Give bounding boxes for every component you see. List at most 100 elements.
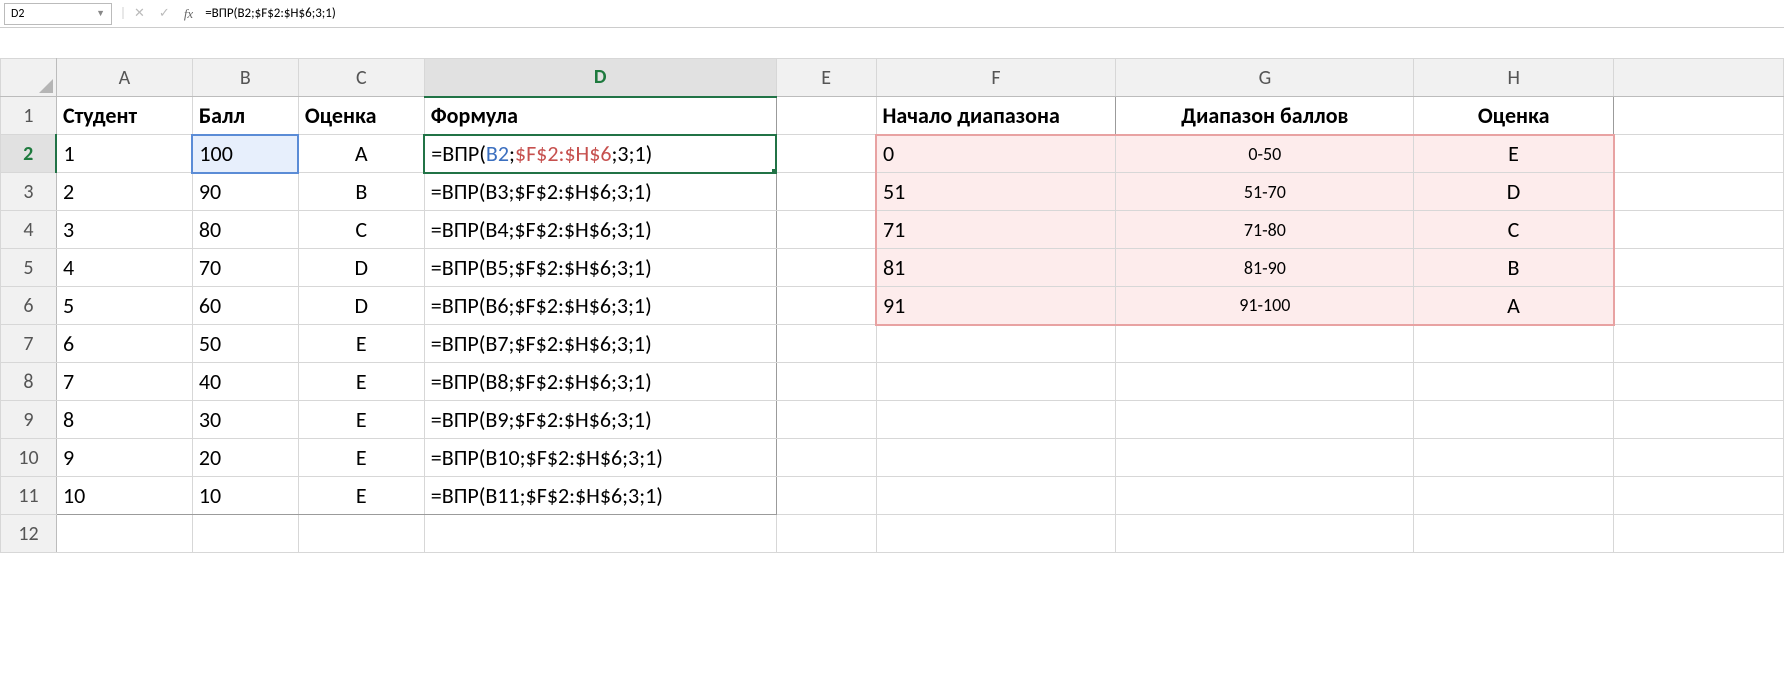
cell-F11[interactable] [876,477,1116,515]
cell-D2[interactable]: =ВПР(B2;$F$2:$H$6;3;1) [424,135,776,173]
cell-G8[interactable] [1116,363,1414,401]
col-header-A[interactable]: A [56,59,192,97]
cell-D11[interactable]: =ВПР(B11;$F$2:$H$6;3;1) [424,477,776,515]
cell-G9[interactable] [1116,401,1414,439]
cell-H6[interactable]: A [1414,287,1614,325]
cell-C8[interactable]: E [298,363,424,401]
cell-A10[interactable]: 9 [56,439,192,477]
cell-C7[interactable]: E [298,325,424,363]
cell-G12[interactable] [1116,515,1414,553]
cell-B10[interactable]: 20 [192,439,298,477]
row-header-5[interactable]: 5 [1,249,57,287]
cell-F4[interactable]: 71 [876,211,1116,249]
cell-E10[interactable] [776,439,876,477]
name-box[interactable]: D2 ▼ [4,3,112,25]
cell-B1[interactable]: Балл [192,97,298,135]
cell-F7[interactable] [876,325,1116,363]
cell-E9[interactable] [776,401,876,439]
cell-G1[interactable]: Диапазон баллов [1116,97,1414,135]
cell-I3[interactable] [1614,173,1784,211]
cell-G3[interactable]: 51-70 [1116,173,1414,211]
formula-bar-input[interactable]: =ВПР(B2;$F$2:$H$6;3;1) [193,6,1784,21]
cell-I4[interactable] [1614,211,1784,249]
cell-D8[interactable]: =ВПР(B8;$F$2:$H$6;3;1) [424,363,776,401]
cell-B9[interactable]: 30 [192,401,298,439]
cell-F1[interactable]: Начало диапазона [876,97,1116,135]
cell-D5[interactable]: =ВПР(B5;$F$2:$H$6;3;1) [424,249,776,287]
cell-B5[interactable]: 70 [192,249,298,287]
cell-C1[interactable]: Оценка [298,97,424,135]
col-header-G[interactable]: G [1116,59,1414,97]
col-header-H[interactable]: H [1414,59,1614,97]
row-header-12[interactable]: 12 [1,515,57,553]
cell-I11[interactable] [1614,477,1784,515]
cell-B11[interactable]: 10 [192,477,298,515]
cell-C11[interactable]: E [298,477,424,515]
cell-I10[interactable] [1614,439,1784,477]
cell-C5[interactable]: D [298,249,424,287]
cell-H1[interactable]: Оценка [1414,97,1614,135]
cell-D1[interactable]: Формула [424,97,776,135]
cell-I12[interactable] [1614,515,1784,553]
cell-C10[interactable]: E [298,439,424,477]
cell-F2[interactable]: 0 [876,135,1116,173]
cell-H9[interactable] [1414,401,1614,439]
cell-C9[interactable]: E [298,401,424,439]
cell-C12[interactable] [298,515,424,553]
row-header-3[interactable]: 3 [1,173,57,211]
name-box-dropdown-icon[interactable]: ▼ [96,8,105,19]
col-header-F[interactable]: F [876,59,1116,97]
cell-D7[interactable]: =ВПР(B7;$F$2:$H$6;3;1) [424,325,776,363]
cell-B3[interactable]: 90 [192,173,298,211]
cell-B8[interactable]: 40 [192,363,298,401]
cell-H2[interactable]: E [1414,135,1614,173]
cell-C3[interactable]: B [298,173,424,211]
cell-I6[interactable] [1614,287,1784,325]
row-header-10[interactable]: 10 [1,439,57,477]
cell-A3[interactable]: 2 [56,173,192,211]
cell-E8[interactable] [776,363,876,401]
cancel-icon[interactable]: ✕ [134,6,145,21]
cell-C4[interactable]: C [298,211,424,249]
cell-E12[interactable] [776,515,876,553]
cell-I9[interactable] [1614,401,1784,439]
cell-E4[interactable] [776,211,876,249]
cell-E3[interactable] [776,173,876,211]
cell-G11[interactable] [1116,477,1414,515]
cell-I5[interactable] [1614,249,1784,287]
cell-G2[interactable]: 0-50 [1116,135,1414,173]
enter-icon[interactable]: ✓ [159,6,170,21]
cell-I8[interactable] [1614,363,1784,401]
cell-A6[interactable]: 5 [56,287,192,325]
col-header-D[interactable]: D [424,59,776,97]
cell-H11[interactable] [1414,477,1614,515]
cell-I2[interactable] [1614,135,1784,173]
cell-E1[interactable] [776,97,876,135]
cell-B4[interactable]: 80 [192,211,298,249]
cell-H7[interactable] [1414,325,1614,363]
fx-icon[interactable]: fx [184,6,193,22]
cell-F10[interactable] [876,439,1116,477]
cell-G6[interactable]: 91-100 [1116,287,1414,325]
cell-A12[interactable] [56,515,192,553]
cell-G7[interactable] [1116,325,1414,363]
cell-H8[interactable] [1414,363,1614,401]
cell-G4[interactable]: 71-80 [1116,211,1414,249]
cell-F6[interactable]: 91 [876,287,1116,325]
cell-A9[interactable]: 8 [56,401,192,439]
cell-D6[interactable]: =ВПР(B6;$F$2:$H$6;3;1) [424,287,776,325]
cell-F5[interactable]: 81 [876,249,1116,287]
select-all-corner[interactable] [1,59,57,97]
row-header-4[interactable]: 4 [1,211,57,249]
cell-I1[interactable] [1614,97,1784,135]
col-header-B[interactable]: B [192,59,298,97]
cell-D12[interactable] [424,515,776,553]
cell-E6[interactable] [776,287,876,325]
cell-E7[interactable] [776,325,876,363]
cell-H4[interactable]: C [1414,211,1614,249]
cell-H10[interactable] [1414,439,1614,477]
cell-A7[interactable]: 6 [56,325,192,363]
cell-E11[interactable] [776,477,876,515]
cell-F9[interactable] [876,401,1116,439]
cell-D3[interactable]: =ВПР(B3;$F$2:$H$6;3;1) [424,173,776,211]
